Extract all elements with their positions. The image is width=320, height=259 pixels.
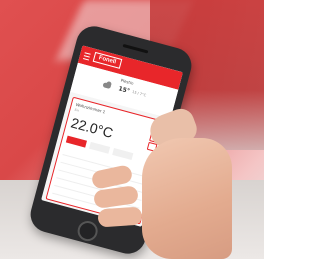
home-button[interactable] — [75, 218, 100, 244]
weather-location: Piestin — [120, 77, 135, 86]
cloud-icon — [100, 80, 114, 91]
menu-icon[interactable] — [83, 52, 91, 61]
hand — [142, 138, 232, 259]
weather-detail: 15 / 7°C — [131, 89, 147, 98]
photo-scene: Fonell Piestin 15° 15 / 7°C Wohnzimmer 1… — [0, 0, 264, 259]
tab[interactable] — [89, 141, 111, 154]
phone-speaker — [122, 43, 149, 54]
tab-active[interactable] — [65, 135, 87, 148]
tab[interactable] — [112, 148, 134, 160]
weather-temperature: 15° — [117, 85, 131, 96]
brand-logo: Fonell — [92, 51, 122, 69]
thermostat-subtitle: Ein — [74, 107, 80, 113]
finger — [97, 206, 143, 228]
